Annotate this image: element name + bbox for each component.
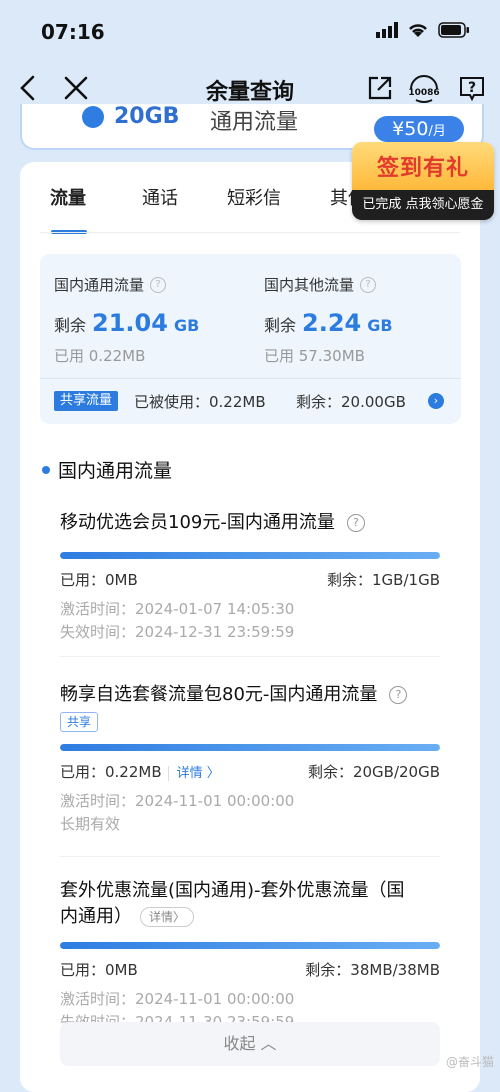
summary-title: 国内通用流量	[54, 276, 145, 294]
shared-used: 已被使用：0.22MB	[134, 393, 266, 411]
remain-label: 剩余	[264, 316, 297, 335]
promo-subtitle: 已完成 点我领心愿金	[352, 190, 494, 220]
remain-value: 剩余：20GB/20GB	[307, 763, 440, 781]
help-circle-icon[interactable]: ?	[360, 276, 377, 293]
shared-data-row[interactable]: 共享流量 已被使用：0.22MB 剩余：20.00GB ›	[40, 378, 461, 425]
shared-badge: 共享流量	[54, 391, 119, 411]
status-time: 07:16	[41, 20, 105, 44]
activation-time: 激活时间：2024-01-07 14:05:30	[60, 600, 295, 618]
price-value: ¥50	[392, 118, 429, 140]
package-name-line-1: 套外优惠流量(国内通用)-套外优惠流量（国	[60, 880, 405, 901]
section-header: 国内通用流量	[42, 456, 172, 483]
wifi-icon	[409, 24, 427, 37]
share-button[interactable]	[362, 70, 398, 106]
help-circle-icon[interactable]: ?	[150, 276, 167, 293]
service-number: 10086	[408, 88, 439, 98]
remain-value: 剩余：38MB/38MB	[305, 961, 440, 979]
headset-icon: 10086	[408, 75, 440, 103]
watermark: @奋斗猫	[445, 1055, 494, 1069]
battery-icon	[438, 22, 469, 38]
tab-calls[interactable]: 通话	[142, 184, 178, 210]
help-circle-icon[interactable]: ?	[389, 686, 408, 704]
remain-value: 剩余：1GB/1GB	[327, 571, 440, 589]
divider	[60, 856, 440, 857]
remain-label: 剩余	[54, 316, 87, 335]
data-summary-panel: 国内通用流量? 剩余 21.04 GB 已用 0.22MB 国内其他流量? 剩余…	[40, 254, 461, 424]
help-circle-icon[interactable]: ?	[346, 514, 365, 532]
package-name: 移动优选会员109元-国内通用流量	[60, 512, 335, 533]
usage-bar	[60, 744, 440, 751]
tabs-divider	[40, 232, 460, 233]
validity-text: 长期有效	[60, 815, 121, 833]
activation-time: 激活时间：2024-11-01 00:00:00	[60, 792, 295, 810]
package-item: 移动优选会员109元-国内通用流量? 已用：0MB 剩余：1GB/1GB 激活时…	[60, 510, 440, 644]
status-bar: 07:16	[0, 0, 500, 62]
plan-data-amount: 20GB	[114, 104, 180, 129]
shared-remain: 剩余：20.00GB	[296, 393, 406, 411]
remain-value: 21.04	[92, 309, 168, 337]
remain-value: 2.24	[302, 309, 362, 337]
share-icon	[368, 76, 392, 100]
section-title: 国内通用流量	[58, 460, 173, 482]
package-name: 畅享自选套餐流量包80元-国内通用流量	[60, 684, 378, 705]
activation-time: 激活时间：2024-11-01 00:00:00	[60, 990, 295, 1008]
usage-bar-fill	[60, 942, 440, 949]
detail-link[interactable]: 详情 〉	[167, 766, 220, 781]
used-value: 已用：0MB	[60, 961, 138, 979]
usage-bar-fill	[60, 744, 440, 751]
chevron-right-icon[interactable]: ›	[428, 393, 444, 409]
package-item: 畅享自选套餐流量包80元-国内通用流量? 共享 已用：0.22MB 详情 〉 剩余…	[60, 682, 440, 836]
expiry-time: 失效时间：2024-12-31 23:59:59	[60, 623, 295, 641]
remain-unit: GB	[367, 316, 393, 335]
usage-bar-fill	[60, 552, 440, 559]
signal-icon	[376, 22, 398, 38]
price-pill: ¥50/月	[374, 116, 464, 142]
bullet-dot	[42, 465, 50, 474]
detail-button[interactable]: 详情〉	[140, 907, 195, 927]
main-card: 流量 通话 短彩信 其他 国内通用流量? 剩余 21.04 GB 已用 0.22…	[20, 162, 480, 1092]
usage-bar	[60, 552, 440, 559]
price-unit: /月	[428, 124, 446, 139]
remain-unit: GB	[173, 316, 200, 335]
package-name-line-2: 内通用）	[60, 906, 132, 927]
status-icons	[376, 22, 470, 38]
collapse-button[interactable]: 收起 ︿	[60, 1022, 440, 1066]
help-icon: ?	[460, 77, 484, 102]
divider	[60, 656, 440, 657]
plan-data-label: 通用流量	[210, 110, 299, 135]
tab-sms[interactable]: 短彩信	[227, 184, 281, 210]
domestic-general-summary: 国内通用流量? 剩余 21.04 GB 已用 0.22MB	[54, 274, 199, 366]
customer-service-button[interactable]: 10086	[406, 70, 442, 106]
promo-title: 签到有礼	[376, 156, 469, 181]
help-button[interactable]: ?	[454, 70, 490, 106]
checkin-promo-banner[interactable]: 签到有礼 已完成 点我领心愿金	[352, 142, 494, 220]
used-value: 已用：0MB	[60, 571, 138, 589]
tab-data[interactable]: 流量	[50, 184, 86, 210]
used-value: 已用：0.22MB	[60, 763, 162, 781]
used-value: 已用 57.30MB	[264, 347, 365, 365]
usage-bar	[60, 942, 440, 949]
package-item: 套外优惠流量(国内通用)-套外优惠流量（国 内通用） 详情〉 已用：0MB 剩余：…	[60, 878, 440, 1034]
domestic-other-summary: 国内其他流量? 剩余 2.24 GB 已用 57.30MB	[264, 274, 393, 366]
svg-text:?: ?	[468, 80, 476, 96]
data-icon	[82, 106, 104, 128]
used-value: 已用 0.22MB	[54, 347, 146, 365]
summary-title: 国内其他流量	[264, 276, 355, 294]
shared-tag: 共享	[60, 712, 99, 732]
